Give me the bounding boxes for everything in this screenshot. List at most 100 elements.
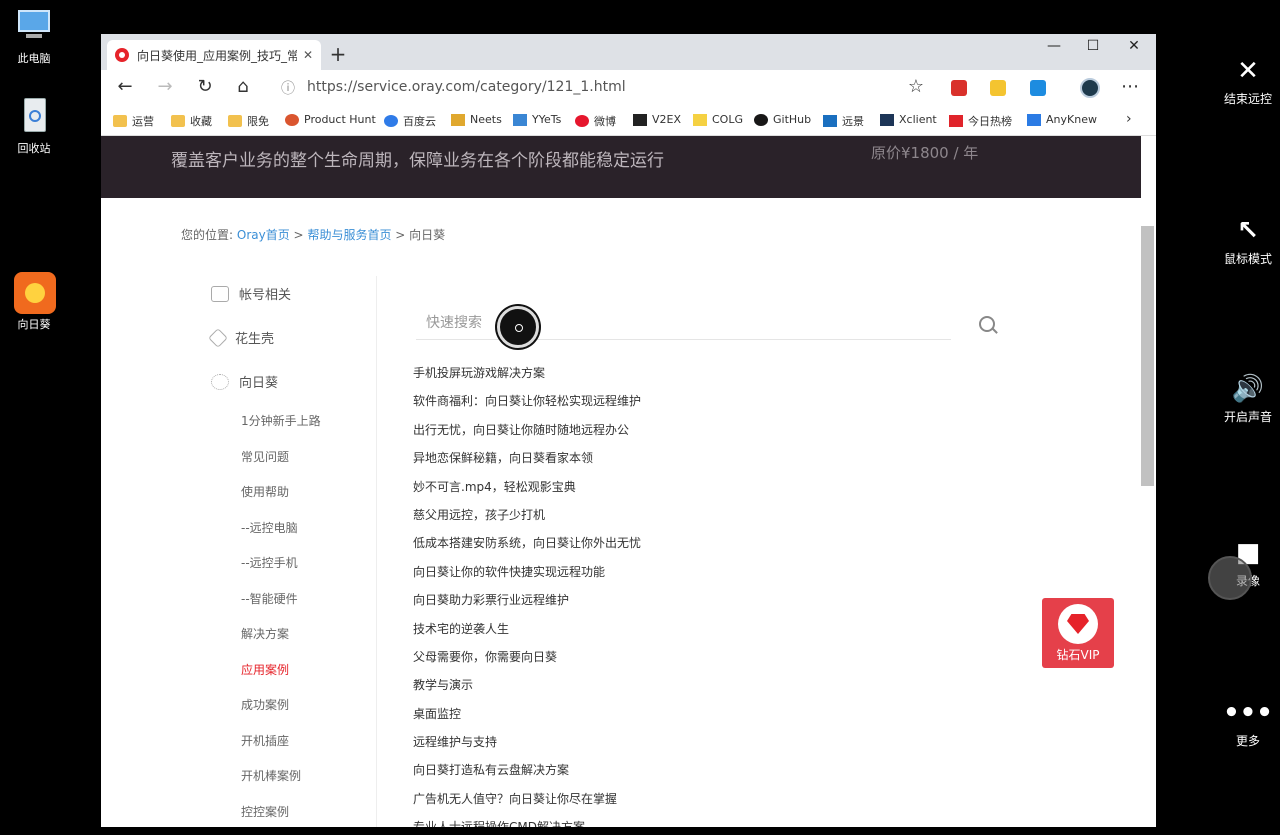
sound-button[interactable]: 🔊 开启声音 (1208, 374, 1280, 425)
bookmark-link[interactable]: AnyKnew (1027, 113, 1097, 126)
computer-icon (14, 6, 54, 46)
refresh-icon[interactable]: ↻ (193, 76, 217, 97)
article-link[interactable]: 向日葵打造私有云盘解决方案 (413, 761, 1013, 789)
bookmark-folder[interactable]: 收藏 (171, 113, 212, 129)
article-link[interactable]: 异地恋保鲜秘籍，向日葵看家本领 (413, 449, 1013, 477)
sidebar-subitem-active[interactable]: 应用案例 (241, 661, 289, 678)
bookmark-link[interactable]: V2EX (633, 113, 681, 126)
record-toggle-circle[interactable] (1208, 556, 1252, 600)
folder-icon (171, 115, 185, 127)
bookmark-label: Neets (470, 113, 502, 126)
bookmark-link[interactable]: 今日热榜 (949, 113, 1012, 129)
more-button[interactable]: ••• 更多 (1208, 698, 1280, 749)
banner-price: 原价¥1800 / 年 (871, 144, 979, 162)
sidebar-subitem[interactable]: 解决方案 (241, 625, 289, 642)
sidebar-subitem[interactable]: --远控手机 (241, 554, 298, 571)
profile-avatar[interactable] (1080, 78, 1100, 98)
bookmark-link[interactable]: Neets (451, 113, 502, 126)
new-tab-button[interactable]: + (327, 42, 349, 66)
sidebar-subitem[interactable]: 开机棒案例 (241, 767, 301, 784)
bookmark-folder[interactable]: 限免 (228, 113, 269, 129)
article-link[interactable]: 出行无忧，向日葵让你随时随地远程办公 (413, 421, 1013, 449)
bookmark-link[interactable]: YYeTs (513, 113, 561, 126)
menu-dots-icon[interactable]: ⋯ (1118, 76, 1142, 97)
search-icon[interactable] (979, 316, 995, 332)
bookmark-link[interactable]: COLG (693, 113, 743, 126)
article-link[interactable]: 教学与演示 (413, 676, 1013, 704)
bookmarks-overflow-chevron-icon[interactable]: › (1126, 111, 1132, 127)
desktop-icon-this-pc[interactable]: 此电脑 (0, 6, 68, 66)
extension-yellow-icon[interactable] (990, 80, 1006, 96)
address-bar: ← → ↻ ⌂ ⓘ https://service.oray.com/categ… (101, 70, 1156, 106)
account-icon (211, 285, 229, 302)
article-link[interactable]: 远程维护与支持 (413, 733, 1013, 761)
neets-icon (451, 113, 465, 126)
window-close-button[interactable]: ✕ (1119, 38, 1149, 54)
maximize-button[interactable]: ☐ (1078, 38, 1108, 54)
folder-icon (113, 115, 127, 127)
end-remote-button[interactable]: ✕ 结束远控 (1208, 56, 1280, 107)
extension-p-icon[interactable] (1030, 80, 1046, 96)
back-arrow-icon[interactable]: ← (113, 76, 137, 97)
xclient-icon (880, 113, 894, 126)
page-scrollbar[interactable] (1141, 226, 1154, 486)
yyets-icon (513, 113, 527, 126)
bookmark-link[interactable]: 微博 (575, 113, 616, 129)
sidebar-subitem[interactable]: 使用帮助 (241, 483, 289, 500)
article-link[interactable]: 桌面监控 (413, 705, 1013, 733)
extension-red-icon[interactable] (951, 80, 967, 96)
tab-close-icon[interactable]: ✕ (303, 48, 313, 62)
sidebar-subitem[interactable]: --远控电脑 (241, 519, 298, 536)
home-icon[interactable]: ⌂ (231, 76, 255, 97)
bookmark-link[interactable]: 远景 (823, 113, 864, 129)
sidebar-subitem[interactable]: 成功案例 (241, 696, 289, 713)
search-input[interactable] (416, 308, 916, 338)
desktop-icon-label: 回收站 (17, 142, 51, 155)
article-link[interactable]: 慈父用远控，孩子少打机 (413, 506, 1013, 534)
article-link[interactable]: 向日葵让你的软件快捷实现远程功能 (413, 563, 1013, 591)
minimize-button[interactable]: — (1039, 38, 1069, 54)
oray-favicon-icon (115, 48, 129, 62)
bookmark-link[interactable]: 百度云 (384, 113, 436, 129)
vip-label: 钻石VIP (1056, 648, 1100, 662)
info-icon[interactable]: ⓘ (281, 78, 295, 98)
article-link[interactable]: 专业人士远程操作CMD解决方案 (413, 818, 1013, 827)
article-link[interactable]: 技术宅的逆袭人生 (413, 620, 1013, 648)
star-icon[interactable]: ☆ (904, 76, 928, 97)
web-page: 覆盖客户业务的整个生命周期，保障业务在各个阶段都能稳定运行 原价¥1800 / … (101, 136, 1156, 827)
article-link[interactable]: 广告机无人值守？向日葵让你尽在掌握 (413, 790, 1013, 818)
bookmark-link[interactable]: Xclient (880, 113, 937, 126)
sidebar-subitem[interactable]: --智能硬件 (241, 590, 298, 607)
article-link[interactable]: 父母需要你，你需要向日葵 (413, 648, 1013, 676)
desktop-icon-recycle-bin[interactable]: 回收站 (0, 96, 68, 156)
article-link[interactable]: 妙不可言.mp4，轻松观影宝典 (413, 478, 1013, 506)
mouse-mode-button[interactable]: ↖ 鼠标模式 (1208, 216, 1280, 267)
sidebar-subitem[interactable]: 开机插座 (241, 732, 289, 749)
sidebar-item-peanut[interactable]: 花生壳 (208, 327, 274, 348)
url-text[interactable]: https://service.oray.com/category/121_1.… (307, 79, 626, 95)
sidebar-item-sunflower[interactable]: 向日葵 (211, 372, 278, 391)
article-link[interactable]: 低成本搭建安防系统，向日葵让你外出无忧 (413, 534, 1013, 562)
desktop-icon-sunlogin[interactable]: 向日葵 (0, 272, 68, 332)
bookmark-folder[interactable]: 运营 (113, 113, 154, 129)
article-link[interactable]: 软件商福利：向日葵让你轻松实现远程维护 (413, 392, 1013, 420)
forward-arrow-icon[interactable]: → (153, 76, 177, 97)
bookmark-link[interactable]: Product Hunt (285, 113, 376, 126)
breadcrumb-home-link[interactable]: Oray首页 (237, 228, 290, 242)
sidebar-subitem[interactable]: 控控案例 (241, 803, 289, 820)
breadcrumb-help-link[interactable]: 帮助与服务首页 (307, 228, 391, 242)
banner-text: 覆盖客户业务的整个生命周期，保障业务在各个阶段都能稳定运行 (171, 151, 664, 171)
article-link[interactable]: 向日葵助力彩票行业远程维护 (413, 591, 1013, 619)
bookmark-label: COLG (712, 113, 743, 126)
breadcrumb-prefix: 您的位置: (181, 228, 234, 242)
diamond-vip-badge[interactable]: 钻石VIP (1042, 598, 1114, 668)
peanut-shell-icon (208, 327, 228, 348)
sidebar-item-account[interactable]: 帐号相关 (211, 284, 291, 303)
bookmark-label: V2EX (652, 113, 682, 126)
sidebar-subitem[interactable]: 1分钟新手上路 (241, 412, 321, 429)
bookmark-link[interactable]: GitHub (754, 113, 811, 126)
product-hunt-icon (285, 113, 299, 126)
sidebar-subitem[interactable]: 常见问题 (241, 448, 289, 465)
browser-tab[interactable]: 向日葵使用_应用案例_技巧_常见 ✕ (107, 40, 321, 70)
article-link[interactable]: 手机投屏玩游戏解决方案 (413, 364, 1013, 392)
